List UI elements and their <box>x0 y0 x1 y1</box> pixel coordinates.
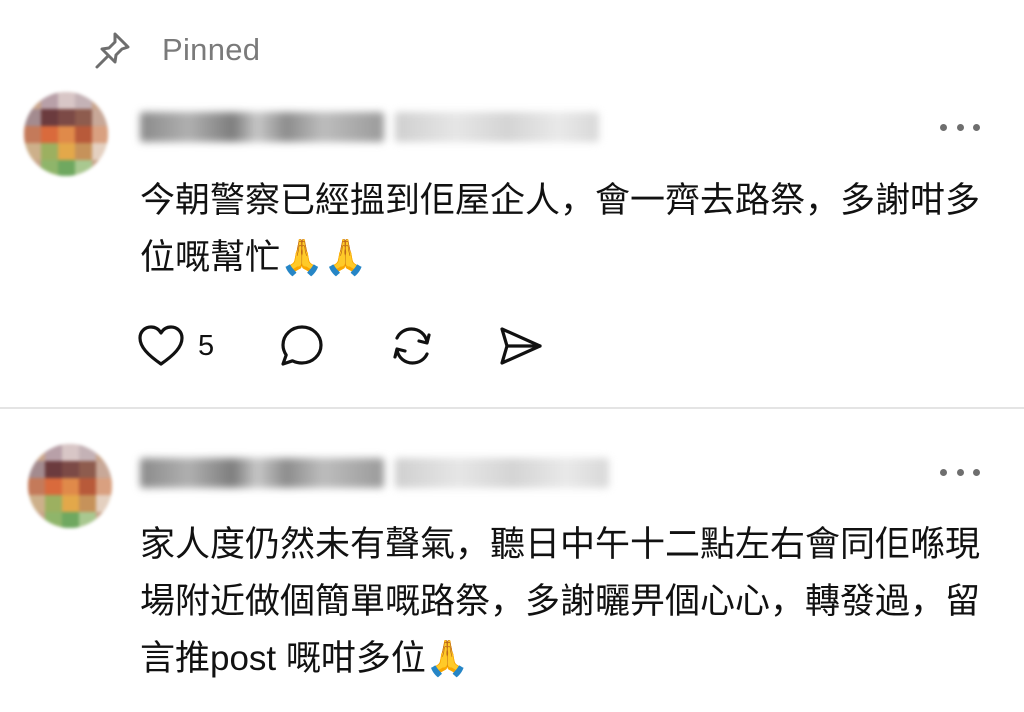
pinned-indicator: Pinned <box>94 28 260 72</box>
pinned-label: Pinned <box>162 32 261 67</box>
comment-divider <box>0 407 1024 409</box>
comment-timestamp <box>395 458 609 488</box>
repost-icon <box>388 322 436 370</box>
more-options-button[interactable] <box>940 465 980 479</box>
comment-text: 家人度仍然未有聲氣，聽日中午十二點左右會同佢喺現場附近做個簡單嘅路祭，多謝曬畀個… <box>140 525 981 678</box>
comment-actions: 5 <box>136 320 544 372</box>
comment-icon <box>278 322 326 370</box>
comment-timestamp <box>395 112 599 142</box>
pin-icon <box>94 28 134 72</box>
like-button[interactable]: 5 <box>136 320 214 372</box>
like-count: 5 <box>198 329 215 362</box>
username[interactable] <box>140 112 384 142</box>
reply-button[interactable] <box>278 320 326 372</box>
avatar[interactable] <box>24 92 108 176</box>
more-horizontal-icon <box>940 123 947 131</box>
share-button[interactable] <box>496 320 544 372</box>
repost-button[interactable] <box>388 320 436 372</box>
more-options-button[interactable] <box>940 120 980 134</box>
avatar[interactable] <box>28 444 112 528</box>
share-icon <box>496 322 544 370</box>
comment-text: 今朝警察已經搵到佢屋企人，會一齊去路祭，多謝咁多位嘅幫忙🙏🙏 <box>140 181 981 277</box>
username[interactable] <box>140 458 384 488</box>
heart-icon <box>136 324 186 368</box>
more-horizontal-icon <box>940 468 947 476</box>
